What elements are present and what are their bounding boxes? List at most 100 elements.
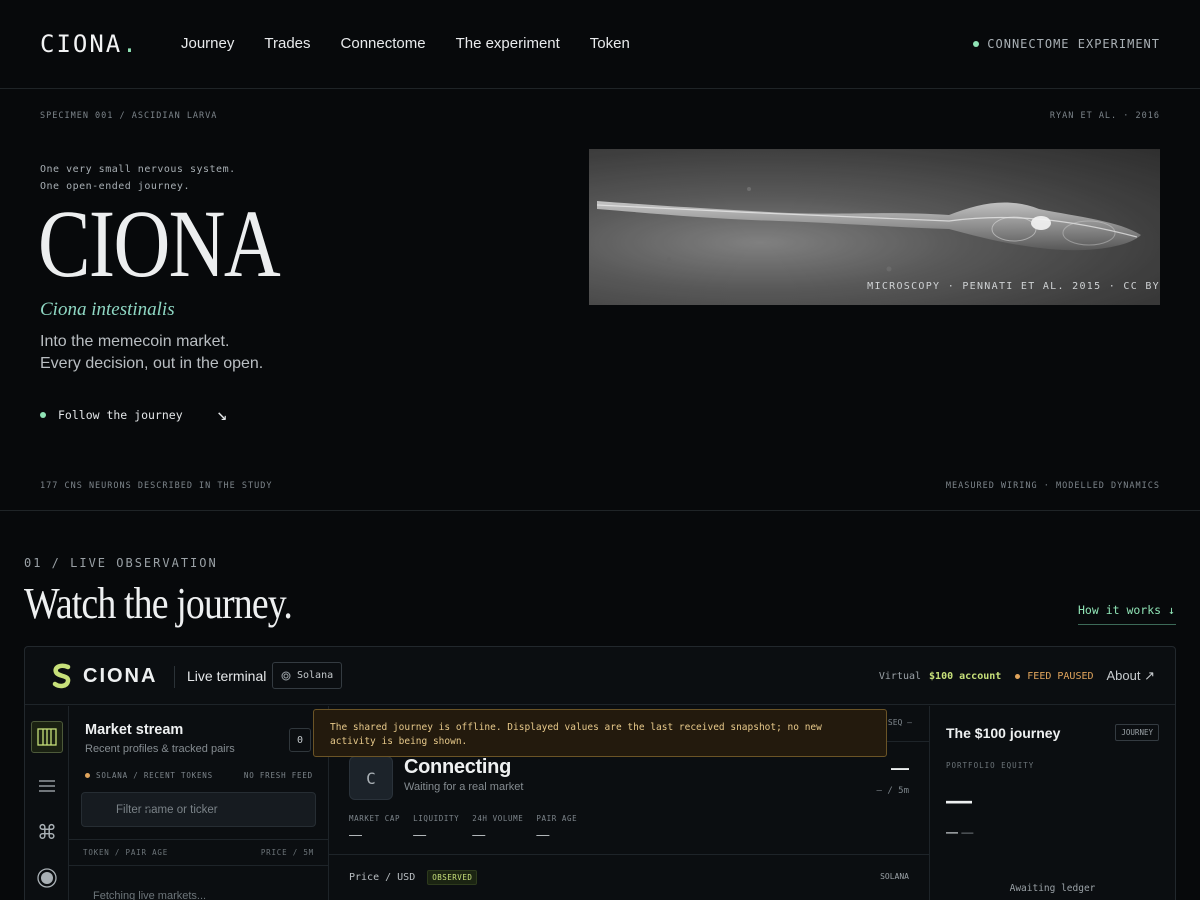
stat-label: PAIR AGE xyxy=(536,814,578,823)
market-source: SOLANA / RECENT TOKENS xyxy=(96,771,213,780)
icon-rail: ⌘ xyxy=(25,706,69,900)
token-name: Connecting xyxy=(404,756,511,778)
journey-panel: The $100 journey JOURNEY PORTFOLIO EQUIT… xyxy=(930,706,1175,900)
token-price: — xyxy=(891,758,909,778)
terminal-header: CIONA Live terminal Solana Virtual $100 … xyxy=(25,647,1175,705)
nav-links: Journey Trades Connectome The experiment… xyxy=(181,35,630,52)
section-title: Watch the journey. xyxy=(24,579,293,628)
menu-icon xyxy=(39,780,55,792)
rail-menu-button[interactable] xyxy=(31,770,63,802)
stat-value: — xyxy=(536,827,550,842)
hero-divider xyxy=(0,510,1200,511)
citation: RYAN ET AL. · 2016 xyxy=(1049,111,1160,121)
image-caption: MICROSCOPY · PENNATI ET AL. 2015 · CC BY xyxy=(867,281,1160,292)
equity-delta-b: — xyxy=(961,825,974,839)
price-label: Price / USD xyxy=(349,872,416,883)
lede-line-1: Into the memecoin market. xyxy=(40,333,230,350)
col-price-5m: PRICE / 5M xyxy=(260,848,314,857)
nav-status-label: CONNECTOME EXPERIMENT xyxy=(987,37,1160,51)
price-chart-header: Price / USD OBSERVED xyxy=(349,870,478,885)
chain-circle-icon xyxy=(281,671,291,680)
nav-link-connectome[interactable]: Connectome xyxy=(341,35,426,52)
sequence-label: SEQ — xyxy=(887,718,912,727)
market-count-badge: 0 xyxy=(289,728,311,752)
follow-journey-label: Follow the journey xyxy=(58,407,183,422)
stat-24h-volume: 24H VOLUME — xyxy=(472,814,523,842)
market-stream-panel: Market stream Recent profiles & tracked … xyxy=(69,706,329,900)
section-label: 01 / LIVE OBSERVATION xyxy=(24,556,218,570)
about-link[interactable]: About ↗ xyxy=(1107,668,1155,684)
equity-delta: — — xyxy=(946,825,973,839)
chain-selector[interactable]: Solana xyxy=(272,662,343,689)
stat-label: 24H VOLUME xyxy=(472,814,524,823)
equity-value: — xyxy=(946,785,972,815)
market-feed-status: NO FRESH FEED xyxy=(243,771,313,780)
source-dot-icon xyxy=(85,773,90,778)
specimen-label: SPECIMEN 001 / ASCIDIAN LARVA xyxy=(40,111,218,121)
token-stats: MARKET CAP — LIQUIDITY — 24H VOLUME — PAIR … xyxy=(349,814,577,842)
nav-link-experiment[interactable]: The experiment xyxy=(456,35,560,52)
account-balance: $100 account xyxy=(929,670,1002,682)
journey-tag: JOURNEY xyxy=(1115,724,1159,741)
token-status: Waiting for a real market xyxy=(404,781,524,793)
stat-market-cap: MARKET CAP — xyxy=(349,814,400,842)
filter-input[interactable]: Filter name or ticker xyxy=(81,792,316,827)
lede-line-2: Every decision, out in the open. xyxy=(40,355,264,372)
terminal-brand: CIONA xyxy=(83,664,158,687)
hero-title: CIONA xyxy=(38,190,281,297)
stat-value: — xyxy=(472,827,486,842)
hero-lede: Into the memecoin market. Every decision… xyxy=(40,331,263,375)
journey-title: The $100 journey xyxy=(946,725,1061,741)
equity-delta-a: — xyxy=(946,825,958,839)
terminal-logo[interactable]: CIONA xyxy=(51,663,157,689)
neuron-footnote: 177 CNS NEURONS DESCRIBED IN THE STUDY xyxy=(40,481,273,491)
virtual-label: Virtual xyxy=(878,670,922,682)
stat-liquidity: LIQUIDITY — xyxy=(413,814,459,842)
columns-icon xyxy=(37,728,57,746)
nav-link-journey[interactable]: Journey xyxy=(181,35,234,52)
rail-command-button[interactable]: ⌘ xyxy=(31,816,63,848)
follow-dot-icon xyxy=(40,411,46,418)
market-stream-subtitle: Recent profiles & tracked pairs xyxy=(85,743,235,755)
record-icon xyxy=(37,868,57,888)
stat-value: — xyxy=(413,827,427,842)
feed-status-label: FEED PAUSED xyxy=(1027,670,1094,682)
token-change: — / 5m xyxy=(876,786,909,796)
search-icon xyxy=(142,801,152,811)
offline-warning: The shared journey is offline. Displayed… xyxy=(313,709,887,757)
ledger-status: Awaiting ledger xyxy=(1009,883,1096,894)
top-nav: CIONA. Journey Trades Connectome The exp… xyxy=(0,0,1200,89)
live-terminal: CIONA Live terminal Solana Virtual $100 … xyxy=(24,646,1176,900)
chain-label: Solana xyxy=(297,670,334,681)
ciona-s-logo-icon xyxy=(52,663,71,689)
market-stream-title: Market stream xyxy=(85,722,184,738)
rail-record-button[interactable] xyxy=(31,862,63,894)
feed-dot-icon xyxy=(1015,673,1021,679)
rail-markets-button[interactable] xyxy=(31,721,63,753)
nav-link-trades[interactable]: Trades xyxy=(264,35,310,52)
market-meta: SOLANA / RECENT TOKENS NO FRESH FEED xyxy=(85,771,313,780)
arrow-down-right-icon: ↘ xyxy=(216,404,228,425)
stat-label: MARKET CAP xyxy=(349,814,401,823)
detail-divider xyxy=(329,854,930,855)
species-name: Ciona intestinalis xyxy=(40,299,175,320)
specimen-image: MICROSCOPY · PENNATI ET AL. 2015 · CC BY xyxy=(589,149,1160,305)
follow-journey-link[interactable]: Follow the journey ↘ xyxy=(40,404,227,425)
stat-label: LIQUIDITY xyxy=(413,814,460,823)
col-token-pair-age: TOKEN / PAIR AGE xyxy=(83,848,169,857)
nav-link-token[interactable]: Token xyxy=(590,35,630,52)
terminal-mode: Live terminal xyxy=(187,668,267,684)
logo-text: CIONA xyxy=(40,30,123,58)
equity-label: PORTFOLIO EQUITY xyxy=(946,761,1035,770)
stat-pair-age: PAIR AGE — xyxy=(536,814,577,842)
stat-value: — xyxy=(349,827,362,842)
logo[interactable]: CIONA. xyxy=(40,30,139,58)
observed-badge: OBSERVED xyxy=(427,870,478,885)
feed-status: FEED PAUSED xyxy=(1015,670,1094,682)
market-table-header: TOKEN / PAIR AGE PRICE / 5M xyxy=(69,839,328,866)
logo-dot: . xyxy=(122,30,139,58)
token-avatar: C xyxy=(349,756,393,800)
status-dot-icon xyxy=(973,41,980,47)
market-loading-text: Fetching live markets... xyxy=(93,890,207,900)
how-it-works-link[interactable]: How it works ↓ xyxy=(1078,603,1176,625)
